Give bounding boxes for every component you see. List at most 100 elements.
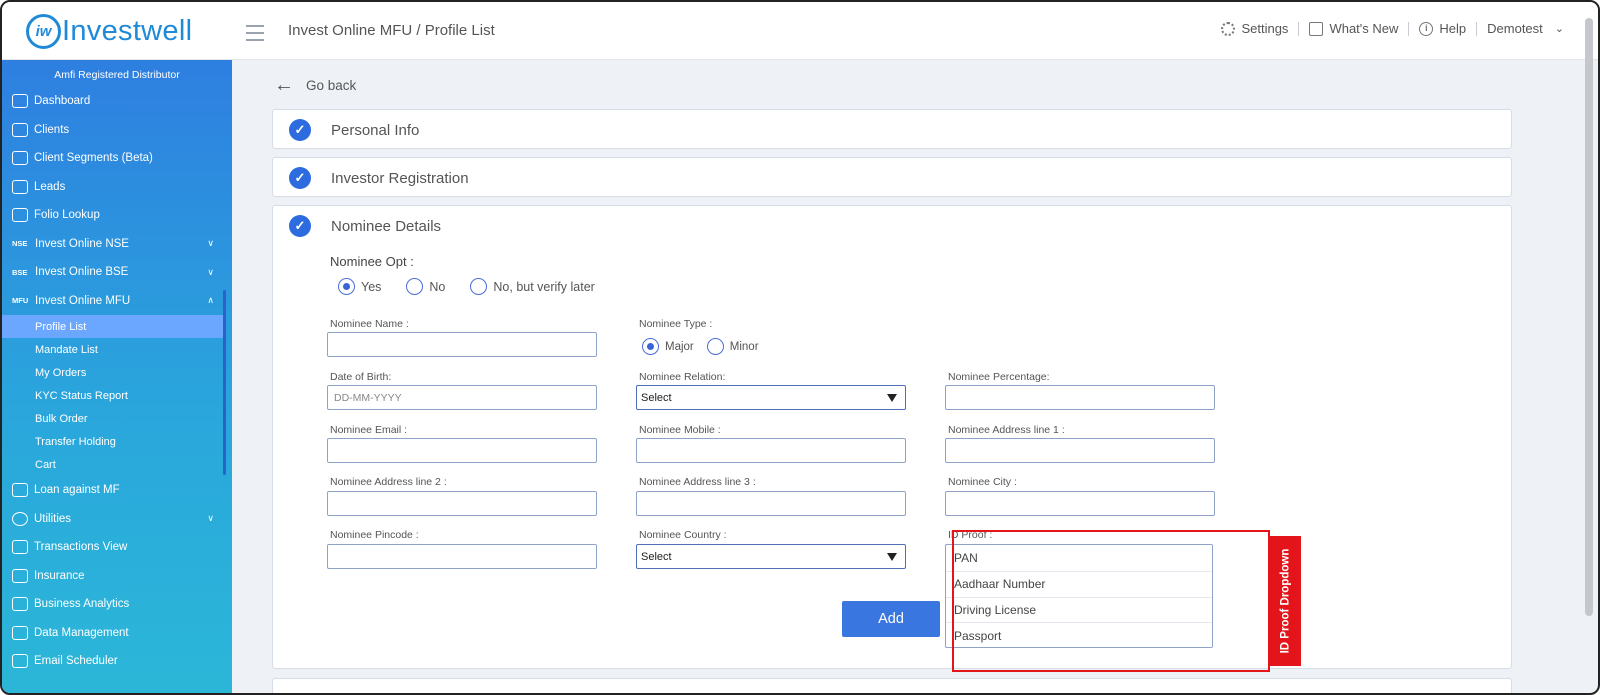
sidebar-item-business-analytics[interactable]: Business Analytics — [2, 590, 232, 619]
sidebar-scrollbar[interactable] — [223, 290, 226, 475]
sidebar-item-utilities[interactable]: Utilities ∨ — [2, 505, 232, 534]
pincode-label: Nominee Pincode : — [330, 529, 419, 541]
nominee-opt-label: Nominee Opt : — [330, 254, 414, 269]
nominee-opt-group: Yes No No, but verify later — [338, 278, 595, 295]
home-icon — [12, 94, 28, 109]
nominee-opt-no-radio[interactable] — [406, 278, 424, 295]
sidebar-item-label: Client Segments (Beta) — [34, 152, 153, 165]
sidebar-item-invest-nse[interactable]: NSE Invest Online NSE ∨ — [2, 230, 232, 259]
sidebar-item-data-management[interactable]: Data Management — [2, 619, 232, 648]
city-input[interactable] — [945, 491, 1215, 516]
section-personal-info[interactable]: ✓ Personal Info — [272, 109, 1512, 149]
sidebar-item-label: Invest Online MFU — [35, 294, 131, 307]
whats-new-link[interactable]: What's New — [1309, 21, 1398, 36]
gear-icon — [1221, 21, 1236, 36]
nominee-type-label: Nominee Type : — [639, 318, 713, 330]
mobile-input[interactable] — [636, 438, 906, 463]
go-back-link[interactable]: ← Go back — [274, 74, 356, 97]
sidebar-item-leads[interactable]: Leads — [2, 173, 232, 202]
nominee-opt-later-radio[interactable] — [470, 278, 488, 295]
page-scrollbar[interactable] — [1585, 18, 1593, 616]
dropdown-arrow-icon — [887, 394, 897, 402]
go-back-label: Go back — [306, 78, 357, 93]
country-label: Nominee Country : — [639, 529, 727, 541]
settings-link[interactable]: Settings — [1221, 21, 1288, 36]
user-menu[interactable]: Demotest ⌄ — [1487, 21, 1564, 36]
chevron-down-icon: ∨ — [207, 238, 214, 249]
app-window: iw Investwell Invest Online MFU / Profil… — [0, 0, 1600, 695]
sidebar-item-label: Folio Lookup — [34, 209, 100, 222]
check-circle-icon: ✓ — [289, 167, 311, 189]
dob-input[interactable]: DD-MM-YYYY — [327, 385, 597, 410]
sidebar-item-invest-bse[interactable]: BSE Invest Online BSE ∨ — [2, 258, 232, 287]
add-button[interactable]: Add — [842, 601, 940, 637]
sidebar-subitem-bulk-order[interactable]: Bulk Order — [2, 407, 232, 430]
annotation-highlight-box — [952, 530, 1270, 672]
database-icon — [12, 625, 28, 640]
nominee-type-minor-radio[interactable] — [706, 338, 724, 355]
nse-icon: NSE — [12, 239, 28, 249]
help-link[interactable]: i Help — [1419, 21, 1466, 36]
nominee-name-label: Nominee Name : — [330, 318, 409, 330]
sidebar-subitem-kyc-status[interactable]: KYC Status Report — [2, 384, 232, 407]
nominee-name-input[interactable] — [327, 332, 597, 357]
sidebar-item-insurance[interactable]: Insurance — [2, 562, 232, 591]
menu-toggle-icon[interactable] — [246, 25, 264, 46]
sidebar-item-transactions[interactable]: Transactions View — [2, 533, 232, 562]
section-next — [272, 678, 1512, 693]
section-header[interactable]: ✓ Investor Registration — [273, 158, 1511, 198]
sidebar-item-invest-mfu[interactable]: MFU Invest Online MFU ∧ — [2, 287, 232, 316]
sidebar-subitem-mandate-list[interactable]: Mandate List — [2, 338, 232, 361]
app-logo[interactable]: iw Investwell — [26, 14, 192, 49]
section-title: Nominee Details — [331, 217, 442, 235]
sidebar-item-client-segments[interactable]: Client Segments (Beta) — [2, 144, 232, 173]
sidebar-item-label: Data Management — [34, 626, 129, 639]
percentage-input[interactable] — [945, 385, 1215, 410]
sidebar-item-clients[interactable]: Clients — [2, 116, 232, 145]
sidebar-item-folio-lookup[interactable]: Folio Lookup — [2, 201, 232, 230]
email-icon — [12, 654, 28, 669]
section-title: Personal Info — [331, 121, 420, 139]
document-icon — [12, 568, 28, 583]
section-header[interactable]: ✓ Nominee Details — [273, 206, 1511, 246]
country-select[interactable]: Select — [636, 544, 906, 569]
divider — [1476, 21, 1478, 36]
pincode-input[interactable] — [327, 544, 597, 569]
sidebar-subitem-cart[interactable]: Cart — [2, 453, 232, 476]
relation-select[interactable]: Select — [636, 385, 906, 410]
sidebar-subitem-transfer-holding[interactable]: Transfer Holding — [2, 430, 232, 453]
users-icon — [12, 122, 28, 137]
top-bar: iw Investwell Invest Online MFU / Profil… — [2, 2, 1598, 60]
help-label: Help — [1439, 21, 1467, 36]
sidebar-item-dashboard[interactable]: Dashboard — [2, 87, 232, 116]
sidebar-subitem-profile-list[interactable]: Profile List — [2, 315, 224, 338]
nominee-opt-yes-radio[interactable] — [338, 278, 355, 295]
sidebar-subitem-my-orders[interactable]: My Orders — [2, 361, 232, 384]
section-investor-registration[interactable]: ✓ Investor Registration — [272, 157, 1512, 197]
section-header[interactable]: ✓ Personal Info — [273, 110, 1511, 150]
radio-label: Minor — [729, 340, 759, 353]
user-name: Demotest — [1487, 21, 1543, 36]
chevron-down-icon: ⌄ — [1554, 23, 1564, 35]
sidebar-item-label: Invest Online NSE — [35, 237, 129, 250]
sidebar-item-label: Dashboard — [34, 95, 91, 108]
address2-input[interactable] — [327, 491, 597, 516]
sidebar-item-label: Clients — [34, 123, 70, 136]
money-bag-icon — [12, 483, 28, 498]
radio-label: Yes — [361, 279, 382, 294]
sidebar-item-label: Invest Online BSE — [35, 266, 129, 279]
address1-label: Nominee Address line 1 : — [948, 424, 1065, 436]
percentage-label: Nominee Percentage: — [948, 371, 1050, 383]
nominee-type-major-radio[interactable] — [642, 338, 659, 355]
sidebar-item-email-scheduler[interactable]: Email Scheduler — [2, 647, 232, 676]
search-icon — [12, 511, 28, 526]
divider — [1408, 21, 1410, 36]
address3-input[interactable] — [636, 491, 906, 516]
city-label: Nominee City : — [948, 476, 1017, 488]
sidebar-item-loan[interactable]: Loan against MF — [2, 476, 232, 505]
line-chart-icon — [12, 597, 28, 612]
info-icon: i — [1419, 21, 1434, 36]
email-input[interactable] — [327, 438, 597, 463]
address1-input[interactable] — [945, 438, 1215, 463]
users-icon — [12, 151, 28, 166]
